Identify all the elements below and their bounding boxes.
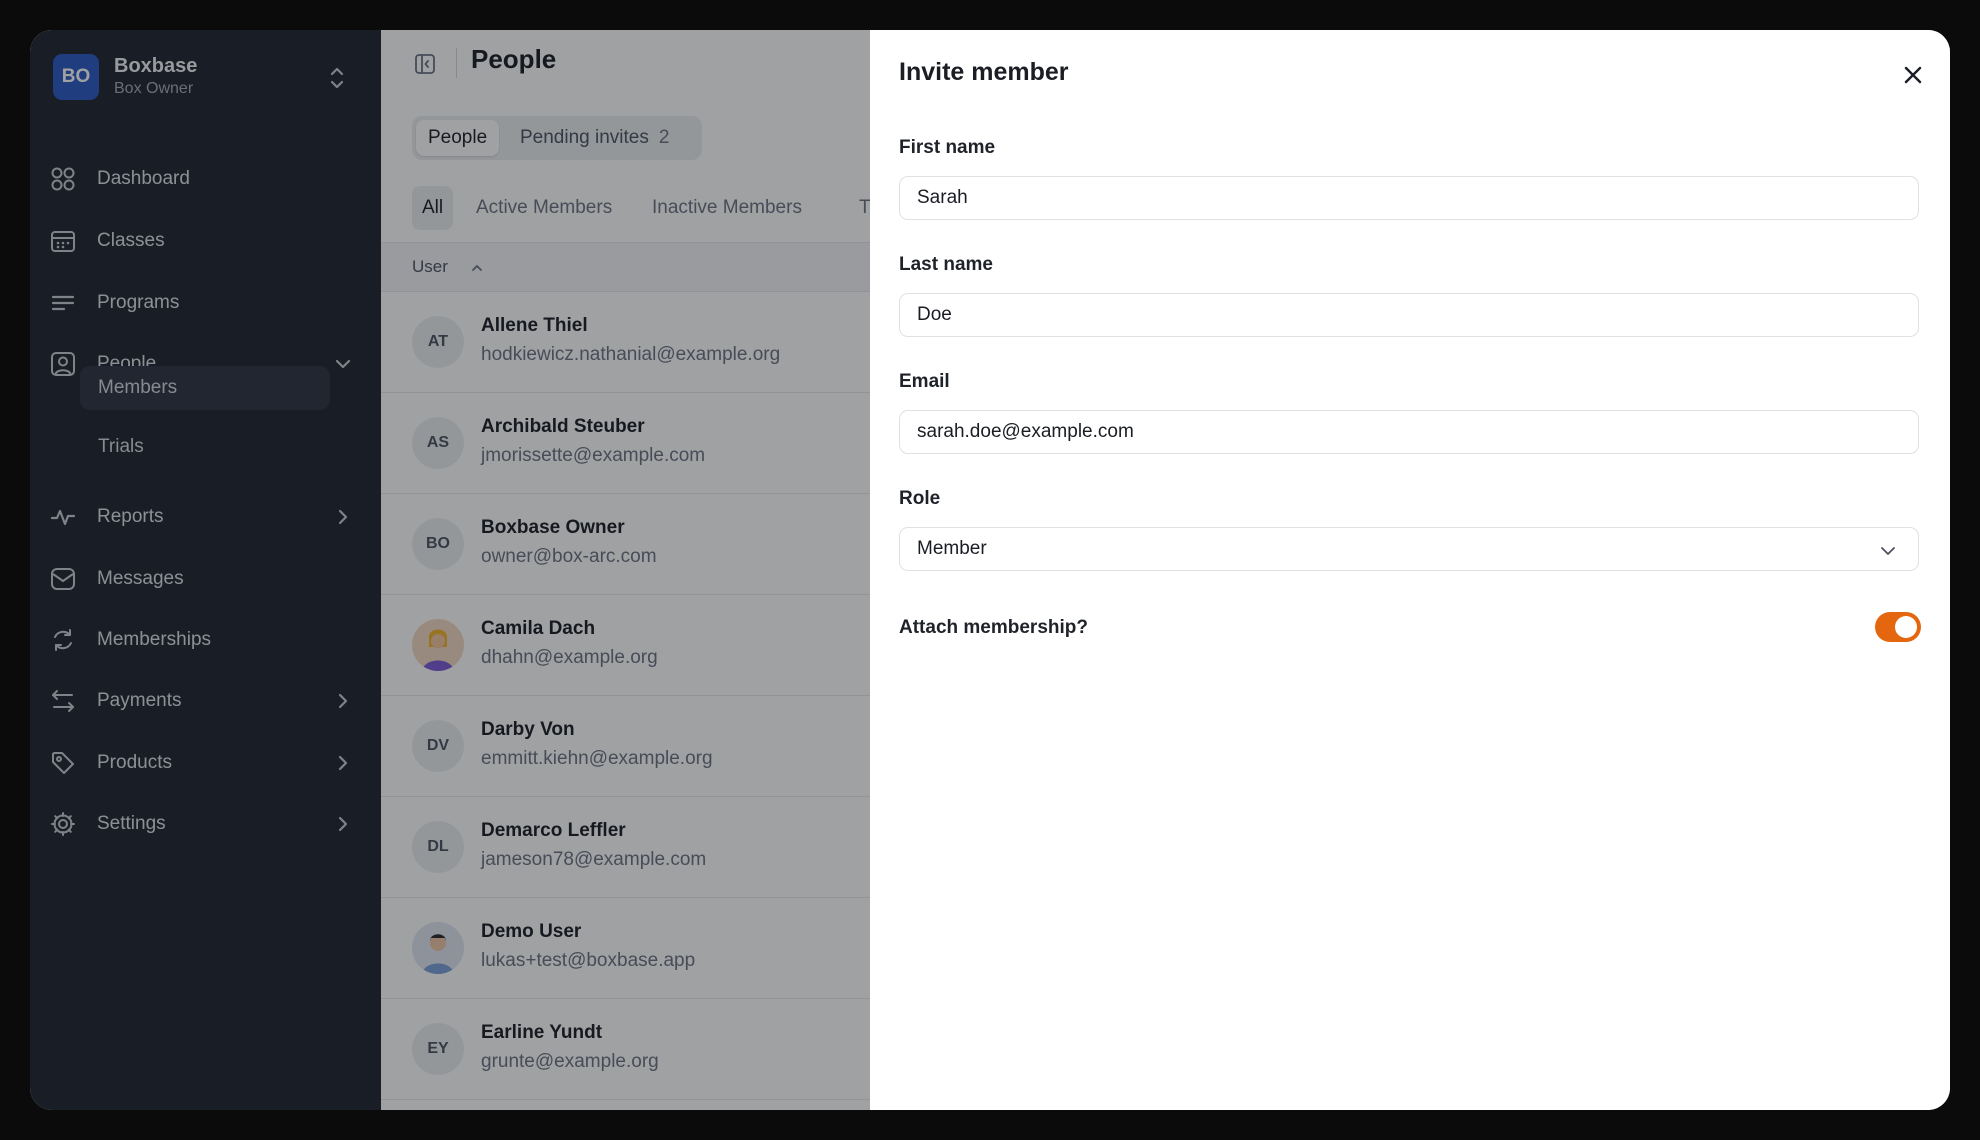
first-name-label: First name xyxy=(899,137,996,158)
attach-membership-toggle[interactable] xyxy=(1875,612,1921,642)
email-label: Email xyxy=(899,371,950,392)
modal-backdrop[interactable] xyxy=(30,30,870,1110)
first-name-input[interactable] xyxy=(899,176,1919,220)
role-selected-value: Member xyxy=(917,538,987,559)
role-select[interactable]: Member xyxy=(899,527,1919,571)
email-input[interactable] xyxy=(899,410,1919,454)
last-name-input[interactable] xyxy=(899,293,1919,337)
role-label: Role xyxy=(899,488,941,509)
app-window: BO Boxbase Box Owner Dashboard Classes P… xyxy=(30,30,1950,1110)
invite-member-panel: Invite member First name Last name Email… xyxy=(870,30,1950,1110)
attach-membership-label: Attach membership? xyxy=(899,617,1088,638)
close-icon[interactable] xyxy=(1898,60,1928,90)
chevron-down-icon xyxy=(1881,547,1895,555)
panel-title: Invite member xyxy=(899,58,1069,86)
last-name-label: Last name xyxy=(899,254,993,275)
toggle-knob xyxy=(1895,616,1917,638)
